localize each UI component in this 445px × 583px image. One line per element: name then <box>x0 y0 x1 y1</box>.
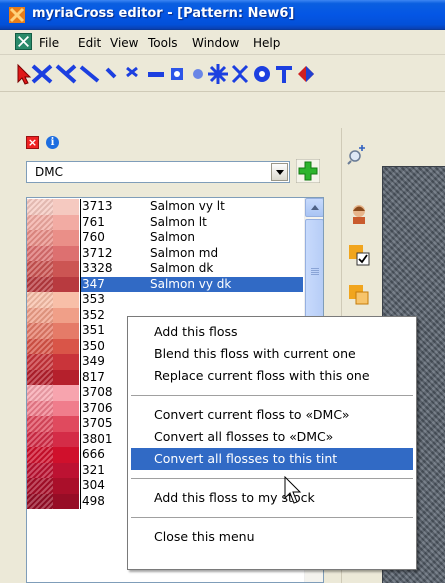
person-icon[interactable] <box>348 202 370 224</box>
add-floss-button[interactable] <box>296 159 320 183</box>
scroll-up-icon[interactable] <box>305 198 323 217</box>
floss-name: Salmon vy lt <box>150 199 303 215</box>
cross-icon[interactable] <box>30 62 54 86</box>
floss-swatch <box>27 261 79 277</box>
menu-edit[interactable]: Edit <box>78 36 101 50</box>
floss-swatch <box>27 400 79 416</box>
floss-swatch <box>27 462 79 478</box>
floss-name <box>150 292 303 308</box>
info-icon[interactable]: i <box>46 136 59 149</box>
context-menu-item[interactable]: Replace current floss with this one <box>131 365 413 387</box>
menu-window[interactable]: Window <box>192 36 239 50</box>
menu-tools[interactable]: Tools <box>148 36 178 50</box>
floss-swatch <box>27 292 79 308</box>
floss-swatch <box>27 245 79 261</box>
context-menu-item[interactable]: Add this floss to my stock <box>131 487 413 509</box>
context-menu-item[interactable]: Blend this floss with current one <box>131 343 413 365</box>
context-menu: Add this floss Blend this floss with curr… <box>127 316 417 570</box>
chevron-down-icon[interactable] <box>271 163 288 181</box>
floss-name: Salmon <box>150 230 303 246</box>
floss-code: 353 <box>80 292 150 308</box>
brand-select-value: DMC <box>35 165 63 179</box>
floss-row[interactable]: 760 Salmon <box>27 230 303 246</box>
floss-swatch <box>27 416 79 432</box>
context-menu-item[interactable]: Convert all flosses to this tint <box>131 448 413 470</box>
floss-swatch <box>27 214 79 230</box>
menu-separator <box>131 478 413 479</box>
fill-icon[interactable] <box>294 62 318 86</box>
menu-view[interactable]: View <box>110 36 138 50</box>
floss-swatch <box>27 385 79 401</box>
floss-swatch <box>27 307 79 323</box>
floss-name: Salmon lt <box>150 214 303 230</box>
circle-icon[interactable] <box>250 62 274 86</box>
window-title: myriaCross editor - [Pattern: New6] <box>32 6 295 21</box>
floss-code: 3713 <box>80 199 150 215</box>
floss-row[interactable]: 3712 Salmon md <box>27 245 303 261</box>
floss-row[interactable]: 347 Salmon vy dk <box>27 276 303 292</box>
grip-icon <box>311 268 319 276</box>
floss-swatch <box>27 447 79 463</box>
floss-name: Salmon dk <box>150 261 303 277</box>
floss-swatch <box>27 354 79 370</box>
floss-swatch <box>27 323 79 339</box>
menu-help[interactable]: Help <box>253 36 280 50</box>
zoom-in-icon[interactable] <box>346 143 368 165</box>
floss-swatch <box>27 493 79 509</box>
floss-code: 760 <box>80 230 150 246</box>
close-panel-icon[interactable]: × <box>26 136 39 149</box>
menu-separator <box>131 517 413 518</box>
context-menu-item[interactable]: Convert all flosses to «DMC» <box>131 426 413 448</box>
pattern-copy-icon[interactable] <box>348 284 370 306</box>
floss-row[interactable]: 761 Salmon lt <box>27 214 303 230</box>
floss-name: Salmon vy dk <box>150 276 303 292</box>
floss-row[interactable]: 3328 Salmon dk <box>27 261 303 277</box>
floss-swatch <box>27 369 79 385</box>
scroll-thumb[interactable] <box>305 219 323 325</box>
floss-code: 761 <box>80 214 150 230</box>
text-icon[interactable] <box>272 62 296 86</box>
floss-code: 3712 <box>80 245 150 261</box>
context-menu-item[interactable]: Add this floss <box>131 321 413 343</box>
floss-code: 347 <box>80 276 150 292</box>
mouse-cursor-icon <box>284 476 302 504</box>
floss-swatch <box>27 230 79 246</box>
half-cross-icon[interactable] <box>54 62 78 86</box>
floss-row[interactable]: 353 <box>27 292 303 308</box>
context-menu-item[interactable]: Convert current floss to «DMC» <box>131 404 413 426</box>
brand-select[interactable]: DMC <box>26 161 290 183</box>
floss-swatch <box>27 478 79 494</box>
document-icon[interactable] <box>15 33 32 50</box>
menu-separator <box>131 395 413 396</box>
pattern-check-icon[interactable] <box>348 244 370 266</box>
floss-swatch <box>27 431 79 447</box>
floss-code: 3328 <box>80 261 150 277</box>
app-icon <box>9 7 25 23</box>
title-bar: myriaCross editor - [Pattern: New6] <box>0 0 445 30</box>
petite-icon[interactable] <box>120 62 144 86</box>
backstitch-icon[interactable] <box>78 62 102 86</box>
star-icon[interactable] <box>206 62 230 86</box>
floss-row[interactable]: 3713 Salmon vy lt <box>27 199 303 215</box>
floss-name: Salmon md <box>150 245 303 261</box>
floss-swatch <box>27 276 79 292</box>
floss-swatch <box>27 199 79 215</box>
floss-swatch <box>27 338 79 354</box>
menu-file[interactable]: File <box>39 36 59 50</box>
context-menu-item[interactable]: Close this menu <box>131 526 413 548</box>
special-stitch-icon[interactable] <box>228 62 252 86</box>
